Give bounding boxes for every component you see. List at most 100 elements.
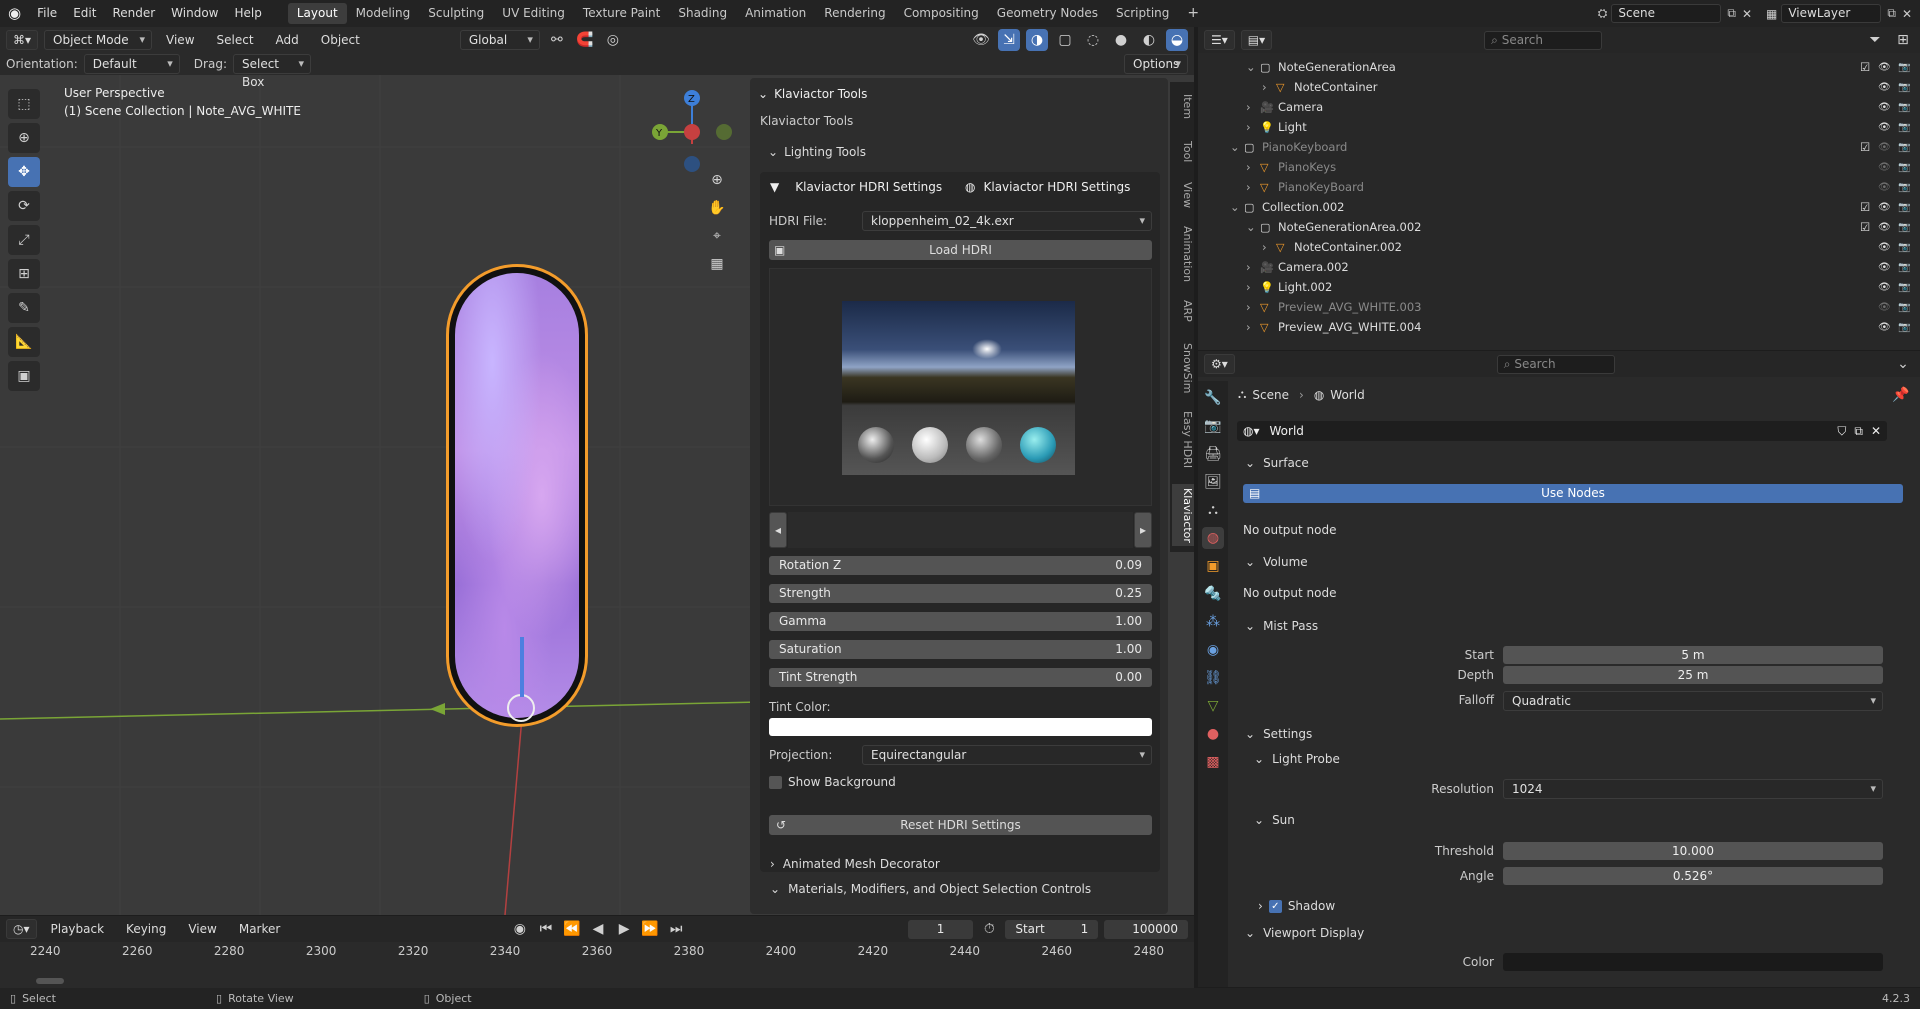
- mist-falloff-dropdown[interactable]: Quadratic: [1503, 691, 1883, 711]
- materials-header[interactable]: ⌄ Materials, Modifiers, and Object Select…: [770, 882, 1091, 896]
- outliner-item[interactable]: › ▽ PianoKeys 👁 📷: [1198, 157, 1920, 177]
- render-camera-icon[interactable]: 📷: [1898, 102, 1920, 113]
- angle-field[interactable]: 0.526°: [1503, 867, 1883, 885]
- outliner-item[interactable]: › 💡 Light 👁 📷: [1198, 117, 1920, 137]
- menu-select[interactable]: Select: [209, 27, 262, 54]
- material-shading-icon[interactable]: ◐: [1138, 29, 1160, 51]
- load-hdri-button[interactable]: ▣ Load HDRI: [769, 240, 1152, 260]
- physics-tab-icon[interactable]: ◉: [1202, 639, 1224, 661]
- outliner-item[interactable]: › 💡 Light.002 👁 📷: [1198, 277, 1920, 297]
- new-collection-icon[interactable]: ⊞: [1892, 29, 1914, 51]
- pin-icon[interactable]: 📌: [1890, 384, 1912, 406]
- visibility-eye-icon[interactable]: 👁: [1878, 302, 1898, 313]
- expand-chevron-icon[interactable]: ›: [1246, 260, 1260, 274]
- previous-hdri-button[interactable]: ◂: [769, 512, 787, 548]
- volume-panel-header[interactable]: ⌄ Volume: [1237, 550, 1900, 574]
- exclude-checkbox-icon[interactable]: ☑: [1860, 60, 1878, 74]
- scale-icon[interactable]: ⤢: [8, 225, 40, 255]
- hdri-settings-header[interactable]: ▼ Klaviactor HDRI Settings: [770, 180, 942, 194]
- tint-color-swatch[interactable]: [769, 718, 1152, 736]
- visibility-eye-icon[interactable]: 👁: [1878, 162, 1898, 173]
- klaviactor-header[interactable]: ⌄ Klaviactor Tools: [758, 84, 867, 104]
- visibility-eye-icon[interactable]: 👁: [1878, 122, 1898, 133]
- timeline-ruler[interactable]: 2240 2260 2280 2300 2320 2340 2360 2380 …: [0, 944, 1194, 964]
- menu-playback[interactable]: Playback: [43, 916, 113, 943]
- tab-arp[interactable]: ARP: [1172, 296, 1194, 326]
- outliner-editor-icon[interactable]: ☰▾: [1204, 30, 1235, 50]
- play-icon[interactable]: ▶: [614, 918, 634, 940]
- menu-object[interactable]: Object: [313, 27, 368, 54]
- visibility-eye-icon[interactable]: 👁: [1878, 142, 1898, 153]
- tab-animation-side[interactable]: Animation: [1172, 222, 1194, 286]
- visibility-icon[interactable]: 👁: [970, 29, 992, 51]
- object-origin-icon[interactable]: [507, 694, 535, 722]
- navigation-gizmo[interactable]: Z Y: [648, 84, 738, 174]
- light-probe-header[interactable]: ⌄ Light Probe: [1254, 752, 1340, 766]
- tab-animation[interactable]: Animation: [736, 3, 815, 24]
- tab-shading[interactable]: Shading: [669, 3, 736, 24]
- render-camera-icon[interactable]: 📷: [1898, 282, 1920, 293]
- transform-icon[interactable]: ⊞: [8, 259, 40, 289]
- visibility-eye-icon[interactable]: 👁: [1878, 262, 1898, 273]
- render-tab-icon[interactable]: 📷: [1202, 415, 1224, 437]
- expand-chevron-icon[interactable]: ⌄: [1230, 140, 1244, 154]
- sun-header[interactable]: ⌄ Sun: [1254, 813, 1295, 827]
- expand-chevron-icon[interactable]: ⌄: [1246, 60, 1260, 74]
- render-camera-icon[interactable]: 📷: [1898, 322, 1920, 333]
- expand-chevron-icon[interactable]: ›: [1246, 280, 1260, 294]
- mist-pass-header[interactable]: ⌄ Mist Pass: [1237, 614, 1900, 638]
- outliner-item[interactable]: › ▽ Preview_AVG_WHITE.004 👁 📷: [1198, 317, 1920, 337]
- render-camera-icon[interactable]: 📷: [1898, 62, 1920, 73]
- zoom-icon[interactable]: ⊕: [706, 169, 728, 191]
- output-tab-icon[interactable]: 🖨: [1202, 443, 1224, 465]
- visibility-eye-icon[interactable]: 👁: [1878, 82, 1898, 93]
- visibility-eye-icon[interactable]: 👁: [1878, 102, 1898, 113]
- world-datablock[interactable]: ◍▾ World ⛉ ⧉ ✕: [1237, 421, 1887, 441]
- reset-hdri-button[interactable]: ↺ Reset HDRI Settings: [769, 815, 1152, 835]
- jump-end-icon[interactable]: ⏭: [666, 918, 686, 940]
- add-cube-icon[interactable]: ▣: [8, 361, 40, 391]
- visibility-eye-icon[interactable]: 👁: [1878, 182, 1898, 193]
- properties-search-input[interactable]: ⌕ Search: [1496, 354, 1615, 374]
- current-frame-field[interactable]: 1: [907, 919, 974, 939]
- unlink-icon[interactable]: ✕: [1871, 424, 1881, 438]
- scene-selector[interactable]: Scene: [1611, 4, 1722, 23]
- perspective-grid-icon[interactable]: ▦: [706, 253, 728, 275]
- drag-dropdown[interactable]: Select Box: [232, 54, 311, 89]
- tab-uv-editing[interactable]: UV Editing: [493, 3, 574, 24]
- camera-view-icon[interactable]: ⌖: [706, 225, 728, 247]
- properties-collapse-icon[interactable]: ⌄: [1892, 353, 1914, 375]
- menu-view[interactable]: View: [158, 27, 202, 54]
- clock-icon[interactable]: ⏱: [979, 918, 999, 940]
- expand-chevron-icon[interactable]: ⌄: [1246, 220, 1260, 234]
- scene-tab-icon[interactable]: ⛬: [1202, 499, 1224, 521]
- rotate-icon[interactable]: ⟳: [8, 191, 40, 221]
- resolution-dropdown[interactable]: 1024: [1503, 779, 1883, 799]
- orientation-dropdown[interactable]: Default: [83, 54, 180, 74]
- render-camera-icon[interactable]: 📷: [1898, 122, 1920, 133]
- end-frame-field[interactable]: 100000: [1104, 919, 1189, 939]
- hdri-preview-thumbnail[interactable]: [842, 301, 1075, 475]
- tab-snowsim[interactable]: SnowSim: [1172, 338, 1194, 398]
- pivot-icon[interactable]: ⚯: [546, 29, 568, 51]
- view-layer-icon[interactable]: ▦: [1766, 7, 1777, 21]
- use-nodes-button[interactable]: ▤ Use Nodes: [1243, 484, 1903, 503]
- expand-chevron-icon[interactable]: ›: [1246, 320, 1260, 334]
- snap-icon[interactable]: 🧲: [574, 29, 596, 51]
- expand-chevron-icon[interactable]: ›: [1262, 80, 1276, 94]
- view-layer-selector[interactable]: ViewLayer: [1781, 4, 1882, 23]
- solid-shading-icon[interactable]: ●: [1110, 29, 1132, 51]
- tab-rendering[interactable]: Rendering: [815, 3, 894, 24]
- object-tab-icon[interactable]: ▣: [1202, 555, 1224, 577]
- particles-tab-icon[interactable]: ⁂: [1202, 611, 1224, 633]
- expand-chevron-icon[interactable]: ›: [1246, 120, 1260, 134]
- saturation-slider[interactable]: Saturation 1.00: [769, 640, 1152, 659]
- viewport-display-header[interactable]: ⌄ Viewport Display: [1237, 921, 1900, 945]
- jump-start-icon[interactable]: ⏮: [536, 918, 556, 940]
- gamma-slider[interactable]: Gamma 1.00: [769, 612, 1152, 631]
- mist-depth-field[interactable]: 25 m: [1503, 666, 1883, 684]
- animated-mesh-header[interactable]: › Animated Mesh Decorator: [770, 857, 940, 871]
- expand-chevron-icon[interactable]: ›: [1246, 100, 1260, 114]
- add-workspace-icon[interactable]: +: [1178, 3, 1208, 24]
- expand-chevron-icon[interactable]: ›: [1246, 180, 1260, 194]
